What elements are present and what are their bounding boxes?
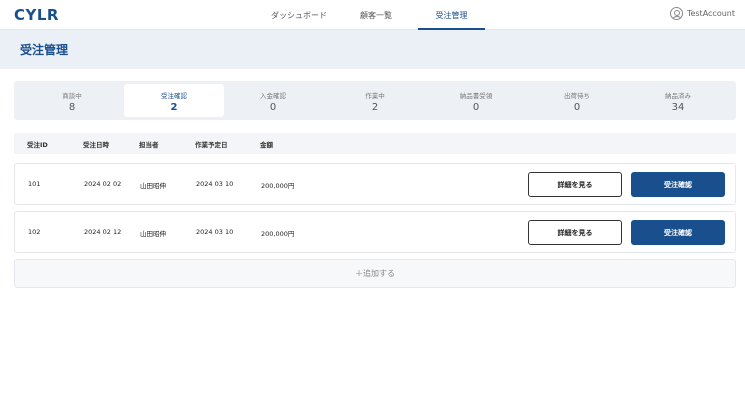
status-count: 8 bbox=[68, 102, 76, 113]
cell-order-id: 102 bbox=[28, 228, 41, 236]
status-count: 0 bbox=[472, 102, 480, 113]
status-count: 34 bbox=[671, 102, 685, 113]
cell-order-date: 2024 02 02 bbox=[84, 180, 122, 188]
nav-tab-orders[interactable]: 受注管理 bbox=[418, 0, 485, 30]
account-menu[interactable]: TestAccount bbox=[669, 7, 735, 20]
cell-scheduled-date: 2024 03 10 bbox=[196, 228, 234, 236]
status-count: 2 bbox=[371, 102, 379, 113]
column-header-order-date: 受注日時 bbox=[83, 141, 109, 149]
status-tab-order-confirmation[interactable]: 受注確認 2 bbox=[124, 84, 224, 117]
view-details-button[interactable]: 詳細を見る bbox=[528, 220, 622, 245]
table-row: 101 2024 02 02 山田昭伸 2024 03 10 200,000円 … bbox=[14, 163, 736, 205]
user-circle-icon bbox=[669, 7, 683, 20]
status-tab-negotiating[interactable]: 商談中 8 bbox=[22, 84, 122, 117]
top-bar: CYLR ダッシュボード 顧客一覧 受注管理 TestAccount bbox=[0, 0, 745, 30]
column-header-amount: 金額 bbox=[260, 141, 273, 149]
status-count: 0 bbox=[269, 102, 277, 113]
status-count: 2 bbox=[170, 102, 178, 113]
column-header-staff: 担当者 bbox=[139, 141, 159, 149]
cell-order-id: 101 bbox=[28, 180, 41, 188]
account-name: TestAccount bbox=[686, 9, 735, 18]
status-tab-delivered[interactable]: 納品済み 34 bbox=[628, 84, 728, 117]
view-details-button[interactable]: 詳細を見る bbox=[528, 172, 622, 197]
cell-amount: 200,000円 bbox=[261, 182, 295, 190]
add-order-button[interactable]: ＋追加する bbox=[14, 259, 736, 288]
nav-tab-customers[interactable]: 顧客一覧 bbox=[350, 0, 402, 30]
cell-staff: 山田昭伸 bbox=[140, 230, 166, 238]
status-label: 入金確認 bbox=[260, 92, 286, 100]
status-tab-delivery-note-received[interactable]: 納品書受領 0 bbox=[426, 84, 526, 117]
cell-order-date: 2024 02 12 bbox=[84, 228, 122, 236]
page-title: 受注管理 bbox=[20, 43, 69, 57]
cell-amount: 200,000円 bbox=[261, 230, 295, 238]
status-label: 納品書受領 bbox=[459, 92, 493, 100]
status-label: 作業中 bbox=[365, 92, 385, 100]
confirm-order-button[interactable]: 受注確認 bbox=[631, 220, 725, 245]
status-filter-bar: 商談中 8 受注確認 2 入金確認 0 作業中 2 納品書受領 0 出荷待ち 0… bbox=[14, 81, 736, 120]
status-tab-awaiting-shipment[interactable]: 出荷待ち 0 bbox=[527, 84, 627, 117]
status-tab-payment-confirmation[interactable]: 入金確認 0 bbox=[223, 84, 323, 117]
page-header: 受注管理 bbox=[0, 30, 745, 69]
status-label: 出荷待ち bbox=[564, 92, 590, 100]
status-count: 0 bbox=[573, 102, 581, 113]
column-header-order-id: 受注ID bbox=[27, 141, 48, 149]
status-label: 納品済み bbox=[665, 92, 691, 100]
cell-staff: 山田昭伸 bbox=[140, 182, 166, 190]
nav-tab-dashboard[interactable]: ダッシュボード bbox=[262, 0, 336, 30]
table-row: 102 2024 02 12 山田昭伸 2024 03 10 200,000円 … bbox=[14, 211, 736, 253]
status-label: 商談中 bbox=[62, 92, 82, 100]
status-tab-in-progress[interactable]: 作業中 2 bbox=[325, 84, 425, 117]
main-nav: ダッシュボード 顧客一覧 受注管理 bbox=[0, 0, 745, 30]
column-header-scheduled-date: 作業予定日 bbox=[195, 141, 228, 149]
cell-scheduled-date: 2024 03 10 bbox=[196, 180, 234, 188]
table-header: 受注ID 受注日時 担当者 作業予定日 金額 bbox=[14, 133, 736, 154]
confirm-order-button[interactable]: 受注確認 bbox=[631, 172, 725, 197]
status-label: 受注確認 bbox=[161, 92, 187, 100]
